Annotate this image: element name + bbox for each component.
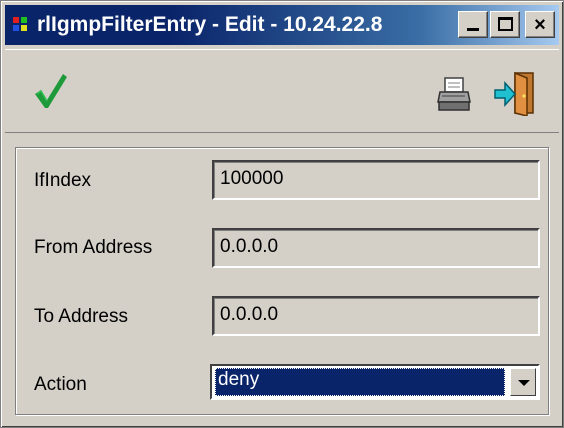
action-select[interactable]: deny — [210, 364, 540, 400]
close-button[interactable]: × — [525, 11, 555, 38]
from-address-label: From Address — [34, 237, 153, 258]
window-title: rlIgmpFilterEntry - Edit - 10.24.22.8 — [37, 13, 383, 36]
chevron-down-icon — [518, 380, 530, 386]
exit-door-icon — [494, 71, 534, 117]
ifindex-field[interactable]: 100000 — [212, 160, 540, 200]
form-panel: IfIndex 100000 From Address 0.0.0.0 To A… — [15, 147, 549, 415]
maximize-button[interactable] — [490, 11, 520, 38]
checkmark-icon — [35, 74, 67, 108]
apply-button[interactable] — [31, 68, 71, 114]
ifindex-label: IfIndex — [34, 170, 92, 191]
close-icon: × — [534, 13, 546, 36]
maximize-icon — [498, 17, 513, 31]
action-selected-value[interactable]: deny — [215, 368, 505, 396]
minimize-icon — [467, 28, 479, 31]
title-bar[interactable]: rlIgmpFilterEntry - Edit - 10.24.22.8 × — [5, 5, 559, 45]
to-address-field[interactable]: 0.0.0.0 — [212, 296, 540, 336]
from-address-field[interactable]: 0.0.0.0 — [212, 228, 540, 268]
action-dropdown-button[interactable] — [510, 368, 536, 396]
app-icon[interactable] — [11, 14, 33, 36]
toolbar — [5, 49, 559, 133]
action-label: Action — [34, 374, 87, 395]
minimize-button[interactable] — [458, 11, 488, 38]
print-button[interactable] — [437, 76, 473, 112]
window-controls: × — [458, 11, 555, 38]
edit-window: rlIgmpFilterEntry - Edit - 10.24.22.8 × — [0, 0, 564, 428]
exit-button[interactable] — [493, 70, 537, 117]
printer-icon — [437, 77, 471, 111]
to-address-label: To Address — [34, 306, 128, 327]
